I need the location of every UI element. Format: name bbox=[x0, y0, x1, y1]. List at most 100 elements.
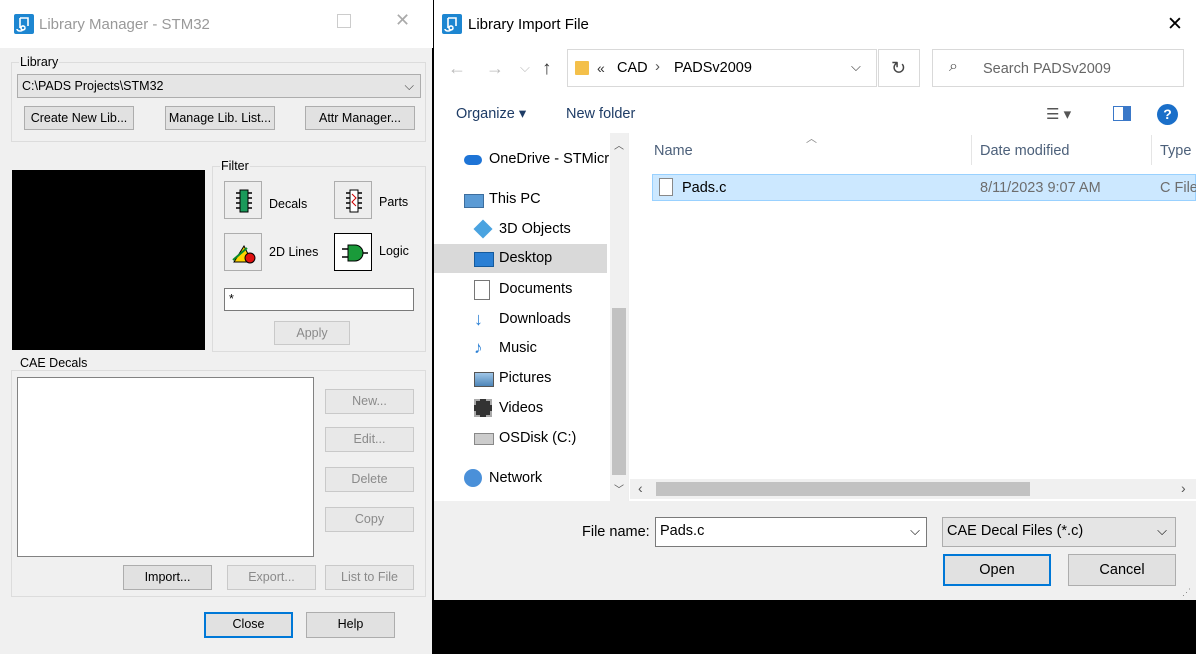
attr-manager-button[interactable]: Attr Manager... bbox=[305, 106, 415, 130]
library-import-file-dialog: Library Import File ✕ ← → ⌵ ↑ « CAD › PA… bbox=[434, 0, 1196, 600]
preview-pane bbox=[12, 170, 205, 350]
delete-button[interactable]: Delete bbox=[325, 467, 414, 492]
decals-label: Decals bbox=[269, 197, 308, 211]
logic-label: Logic bbox=[379, 244, 409, 258]
onedrive-icon bbox=[464, 155, 482, 165]
breadcrumb-separator-icon: › bbox=[655, 58, 660, 75]
refresh-button[interactable]: ↻ bbox=[878, 49, 920, 87]
new-button[interactable]: New... bbox=[325, 389, 414, 414]
disk-icon bbox=[474, 433, 494, 445]
nav-item-onedrive[interactable]: OneDrive - STMicr bbox=[464, 145, 614, 173]
edit-button[interactable]: Edit... bbox=[325, 427, 414, 452]
up-arrow-icon[interactable]: ↑ bbox=[542, 58, 552, 80]
organize-menu[interactable]: Organize ▾ bbox=[456, 106, 526, 122]
preview-pane-icon[interactable] bbox=[1113, 106, 1131, 121]
decals-icon bbox=[236, 189, 252, 213]
create-new-lib-button[interactable]: Create New Lib... bbox=[24, 106, 134, 130]
recent-locations-icon[interactable]: ⌵ bbox=[520, 60, 530, 76]
library-path-value: C:\PADS Projects\STM32 bbox=[22, 79, 164, 93]
nav-item-osdisk[interactable]: OSDisk (C:) bbox=[474, 424, 624, 452]
parts-toggle[interactable] bbox=[334, 181, 372, 219]
help-icon[interactable]: ? bbox=[1157, 104, 1178, 125]
open-button[interactable]: Open bbox=[943, 554, 1051, 586]
breadcrumb-prefix: « bbox=[597, 60, 605, 76]
chevron-down-icon: ⌵ bbox=[404, 79, 414, 93]
title-bar: Library Manager - STM32 ✕ bbox=[0, 0, 433, 48]
back-arrow-icon[interactable]: ← bbox=[448, 58, 466, 79]
column-type[interactable]: Type bbox=[1160, 143, 1191, 159]
address-bar[interactable]: « CAD › PADSv2009 ⌵ bbox=[567, 49, 877, 87]
nav-item-pictures[interactable]: Pictures bbox=[474, 364, 624, 392]
scroll-left-icon[interactable]: ‹ bbox=[638, 480, 643, 496]
file-date: 8/11/2023 9:07 AM bbox=[980, 180, 1101, 196]
resize-grip-icon[interactable]: ⋰ bbox=[1182, 587, 1191, 598]
dialog-footer: File name: Pads.c ⌵ CAE Decal Files (*.c… bbox=[434, 501, 1196, 600]
file-name-label: File name: bbox=[582, 524, 650, 540]
search-icon: ⌕ bbox=[949, 58, 958, 75]
cancel-button[interactable]: Cancel bbox=[1068, 554, 1176, 586]
nav-scroll-thumb[interactable] bbox=[612, 308, 626, 475]
forward-arrow-icon[interactable]: → bbox=[486, 58, 504, 79]
close-window-button[interactable]: ✕ bbox=[395, 10, 410, 31]
nav-item-videos[interactable]: Videos bbox=[474, 394, 624, 422]
list-to-file-button[interactable]: List to File bbox=[325, 565, 414, 590]
close-dialog-icon[interactable]: ✕ bbox=[1167, 13, 1183, 36]
scroll-up-icon[interactable]: ︿ bbox=[614, 137, 624, 152]
export-button[interactable]: Export... bbox=[227, 565, 316, 590]
maximize-button[interactable] bbox=[337, 14, 351, 28]
2d-lines-toggle[interactable] bbox=[224, 233, 262, 271]
nav-item-music[interactable]: ♪ Music bbox=[474, 334, 624, 362]
app-icon bbox=[14, 14, 34, 34]
decals-toggle[interactable] bbox=[224, 181, 262, 219]
file-type-select[interactable]: CAE Decal Files (*.c) ⌵ bbox=[942, 517, 1176, 547]
library-manager-window: Library Manager - STM32 ✕ Library C:\PAD… bbox=[0, 0, 433, 654]
scroll-down-icon[interactable]: ﹀ bbox=[614, 481, 624, 496]
nav-item-3d-objects[interactable]: 3D Objects bbox=[473, 215, 624, 243]
cae-decals-list[interactable] bbox=[17, 377, 314, 557]
filter-text-input[interactable]: * bbox=[224, 288, 414, 311]
nav-item-desktop[interactable]: Desktop bbox=[474, 244, 624, 272]
search-box[interactable]: ⌕ Search PADSv2009 bbox=[932, 49, 1184, 87]
nav-item-network[interactable]: Network bbox=[464, 464, 614, 492]
scroll-right-icon[interactable]: › bbox=[1181, 480, 1186, 496]
logic-toggle[interactable] bbox=[334, 233, 372, 271]
library-path-select[interactable]: C:\PADS Projects\STM32 ⌵ bbox=[17, 74, 421, 98]
nav-item-downloads[interactable]: ↓ Downloads bbox=[474, 305, 624, 333]
column-divider bbox=[1151, 135, 1152, 165]
nav-item-documents[interactable]: Documents bbox=[474, 275, 624, 303]
nav-scrollbar[interactable]: ︿ ﹀ bbox=[610, 133, 628, 501]
library-group-label: Library bbox=[19, 55, 60, 69]
new-folder-button[interactable]: New folder bbox=[566, 106, 635, 122]
file-name: Pads.c bbox=[682, 180, 727, 196]
nav-label-onedrive: OneDrive - STMicr bbox=[489, 151, 610, 167]
nav-item-this-pc[interactable]: This PC bbox=[464, 185, 614, 213]
apply-button[interactable]: Apply bbox=[274, 321, 350, 345]
dialog-app-icon bbox=[442, 14, 462, 34]
organize-label: Organize bbox=[456, 106, 515, 122]
column-name[interactable]: Name bbox=[654, 143, 693, 159]
manage-lib-list-button[interactable]: Manage Lib. List... bbox=[165, 106, 275, 130]
parts-icon bbox=[346, 189, 362, 213]
breadcrumb-padsv2009[interactable]: PADSv2009 bbox=[674, 60, 752, 76]
column-divider bbox=[971, 135, 972, 165]
file-icon bbox=[659, 178, 673, 196]
file-list-scrollbar[interactable]: ‹ › bbox=[630, 479, 1196, 499]
address-dropdown-icon[interactable]: ⌵ bbox=[851, 59, 861, 75]
2d-lines-label: 2D Lines bbox=[269, 245, 319, 259]
file-type: C File bbox=[1160, 180, 1196, 196]
file-row[interactable]: Pads.c 8/11/2023 9:07 AM C File bbox=[652, 174, 1196, 201]
documents-icon bbox=[474, 280, 490, 300]
view-options-icon[interactable]: ☰ ▾ bbox=[1046, 105, 1071, 123]
help-button[interactable]: Help bbox=[306, 612, 395, 638]
navigation-pane: OneDrive - STMicr This PC 3D Objects Des… bbox=[434, 133, 629, 501]
filter-group-label: Filter bbox=[220, 159, 250, 173]
import-button[interactable]: Import... bbox=[123, 565, 212, 590]
close-button[interactable]: Close bbox=[204, 612, 293, 638]
copy-button[interactable]: Copy bbox=[325, 507, 414, 532]
column-date-modified[interactable]: Date modified bbox=[980, 143, 1069, 159]
file-name-dropdown-icon[interactable]: ⌵ bbox=[910, 518, 920, 544]
file-name-input[interactable]: Pads.c ⌵ bbox=[655, 517, 927, 547]
file-list-scroll-thumb[interactable] bbox=[656, 482, 1030, 496]
parts-label: Parts bbox=[379, 195, 409, 209]
breadcrumb-cad[interactable]: CAD bbox=[617, 60, 648, 76]
